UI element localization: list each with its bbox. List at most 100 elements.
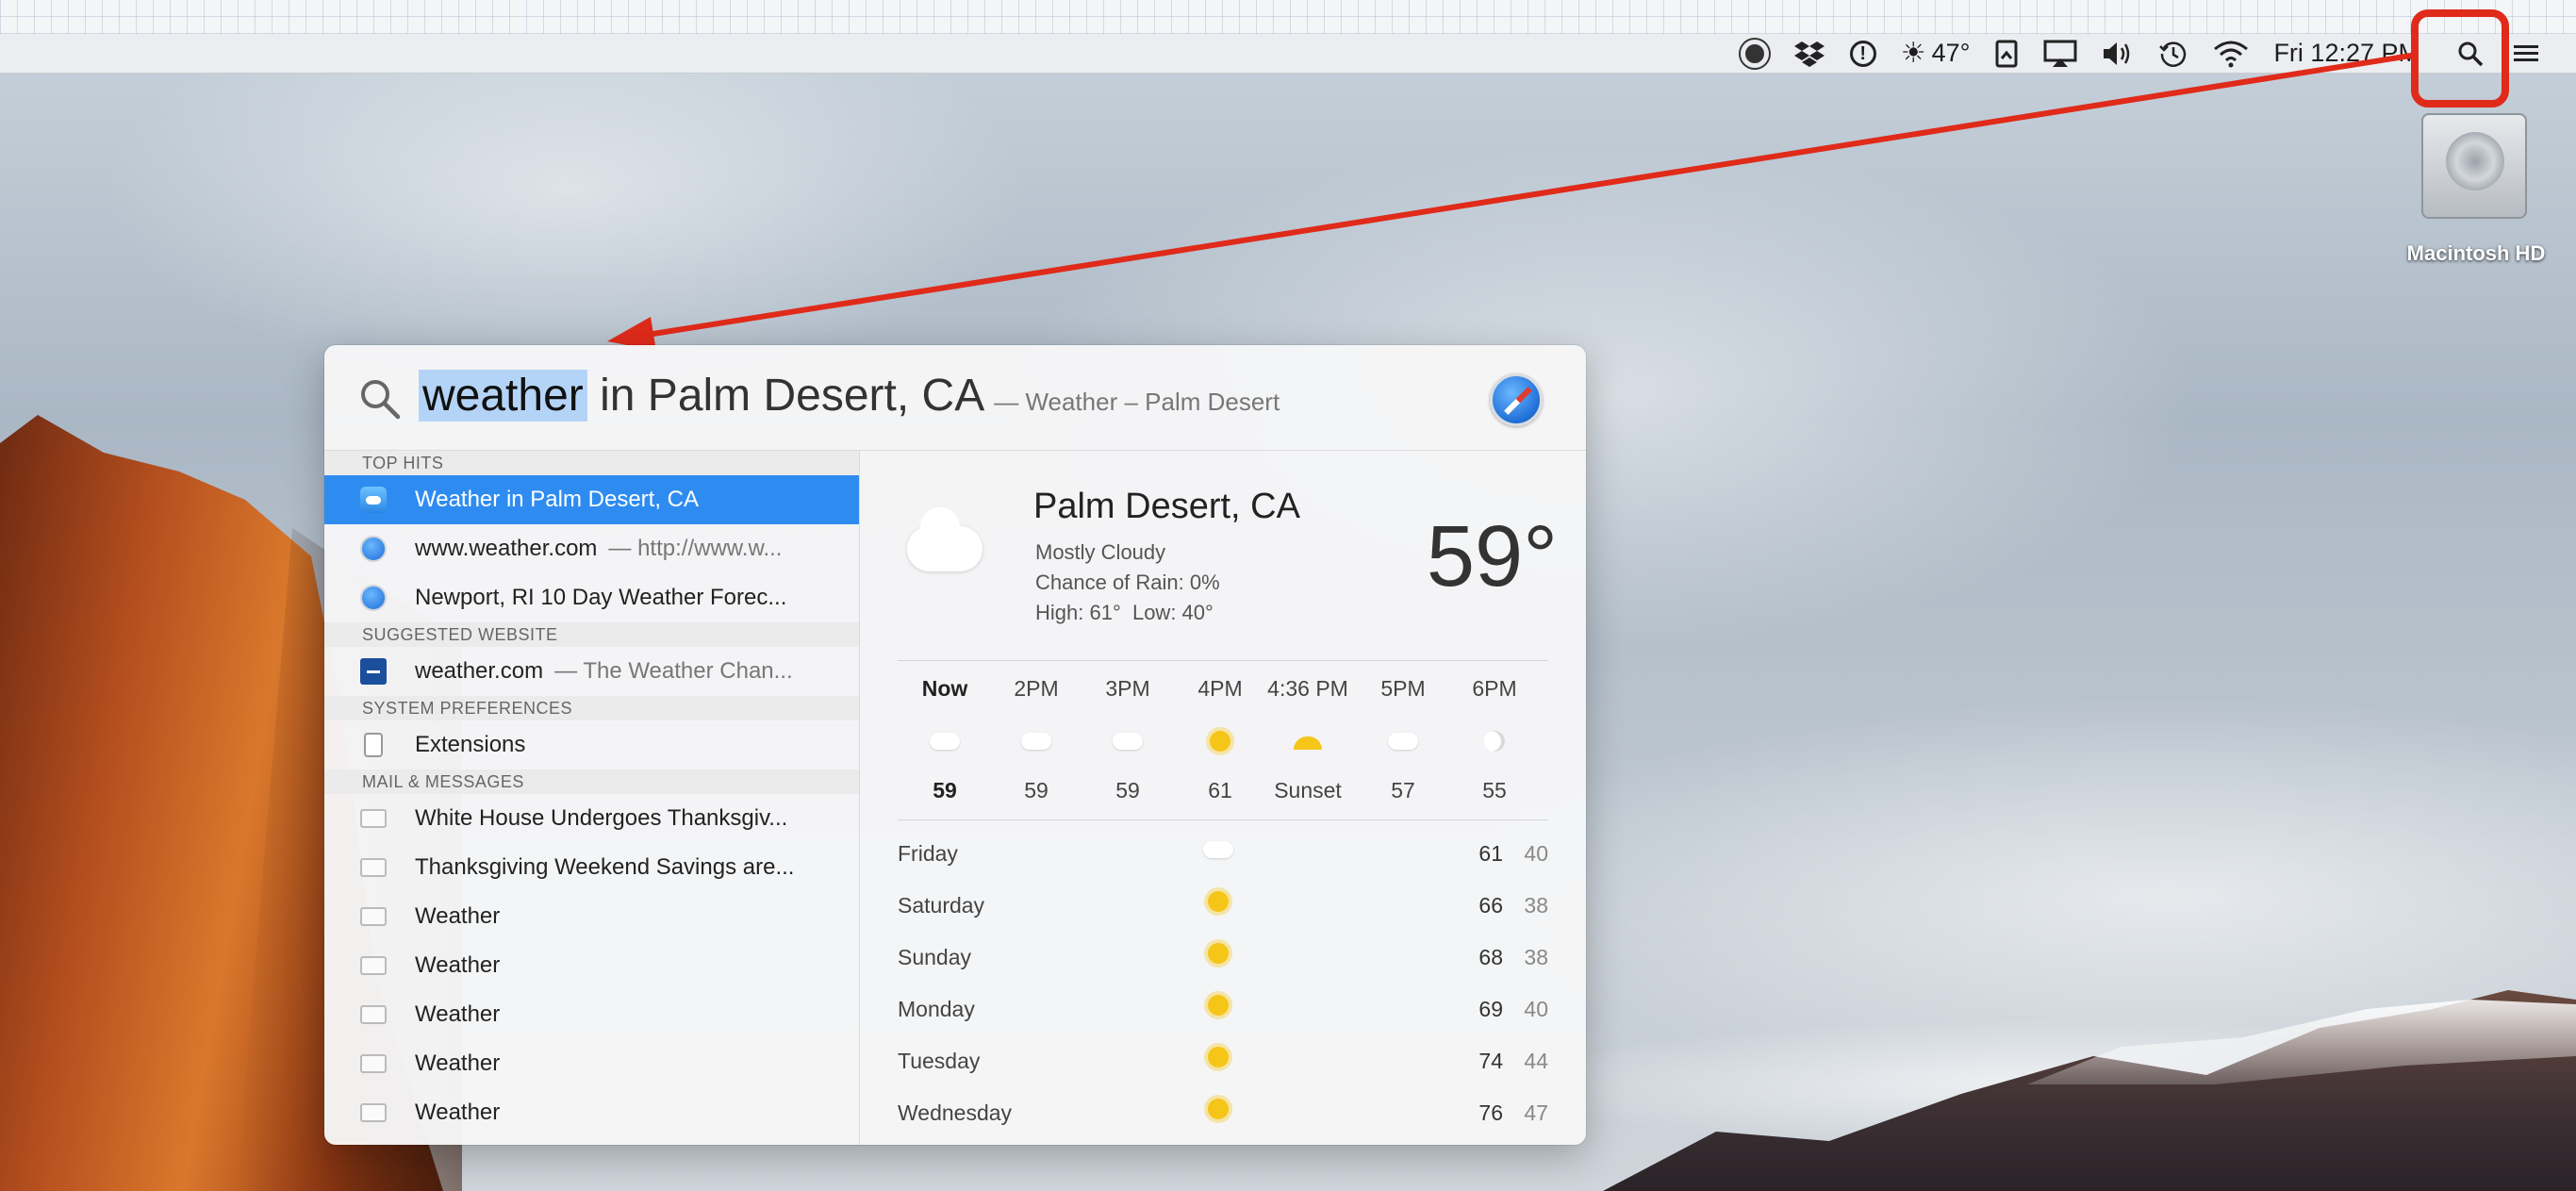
partly-sunny-icon	[1203, 729, 1237, 752]
hard-drive-icon[interactable]	[2421, 113, 2527, 219]
daily-row: Friday 61 40	[898, 826, 1548, 878]
1password-icon[interactable]: !	[1849, 34, 1876, 74]
query-selected-text[interactable]: weather	[419, 370, 587, 422]
result-item[interactable]: Newport, RI 10 Day Weather Forec...	[324, 573, 859, 622]
result-item[interactable]: Weather	[324, 1088, 859, 1137]
cloud-icon	[907, 507, 983, 571]
daily-row: Tuesday 74 44	[898, 1034, 1548, 1085]
cloud-icon	[1019, 729, 1053, 752]
section-header-top-hits: TOP HITS	[324, 451, 859, 475]
cloud-icon	[1111, 729, 1145, 752]
section-header-mail-messages: MAIL & MESSAGES	[324, 769, 859, 794]
menubar-clock[interactable]: Fri 12:27 PM	[2273, 34, 2419, 74]
result-subtitle: — The Weather Chan...	[554, 658, 793, 684]
weather-condition: Mostly Cloudy	[1035, 540, 1166, 564]
sun-icon	[1199, 941, 1237, 969]
section-header-system-preferences: SYSTEM PREFERENCES	[324, 696, 859, 720]
result-item[interactable]: Weather	[324, 892, 859, 941]
moon-icon	[1478, 729, 1511, 752]
day-name: Sunday	[898, 945, 972, 969]
hour-temp: 59	[933, 778, 957, 802]
annotation-highlight-box	[2411, 9, 2509, 108]
sun-icon: ☀	[1900, 38, 1926, 69]
mail-icon	[360, 858, 387, 877]
spotlight-window: weather in Palm Desert, CA — Weather – P…	[324, 345, 1586, 1145]
result-title: White House Undergoes Thanksgiv...	[415, 805, 788, 831]
hour-temp: 55	[1482, 778, 1507, 802]
day-high: 61	[1478, 841, 1503, 866]
hour-label: 6PM	[1472, 676, 1517, 701]
result-title: Weather in Palm Desert, CA	[415, 487, 699, 512]
result-title: Weather	[415, 1100, 501, 1125]
hourly-forecast: Now 59 2PM 59 3PM 59 4PM 61 4:36 PM Suns…	[898, 660, 1548, 820]
result-item[interactable]: Extensions	[324, 720, 859, 769]
daily-row: Saturday 66 38	[898, 878, 1548, 930]
day-low: 38	[1524, 893, 1548, 918]
airplay-icon[interactable]	[2043, 34, 2077, 74]
weather-details: Mostly Cloudy Chance of Rain: 0% High: 6…	[1035, 538, 1220, 628]
search-icon	[361, 380, 401, 420]
weather-high-low: High: 61° Low: 40°	[1035, 601, 1214, 624]
result-item[interactable]: Weather	[324, 990, 859, 1039]
hour-temp: Sunset	[1274, 778, 1342, 802]
sun-icon	[1199, 1097, 1237, 1125]
menu-bar: ! ☀ 47° Fri 12:27 PM	[0, 34, 2576, 74]
weather-app-icon	[360, 487, 387, 513]
safari-icon[interactable]	[1490, 373, 1543, 426]
hour-label: Now	[921, 676, 968, 701]
result-item[interactable]: Weather in Palm Desert, CA	[324, 475, 859, 524]
result-item[interactable]: Thanksgiving Weekend Savings are...	[324, 843, 859, 892]
result-title: Thanksgiving Weekend Savings are...	[415, 854, 795, 880]
day-high: 66	[1478, 893, 1503, 918]
daily-row: Monday 69 40	[898, 982, 1548, 1034]
spotlight-search-bar[interactable]: weather in Palm Desert, CA — Weather – P…	[324, 345, 1586, 451]
weather-menu-item[interactable]: ☀ 47°	[1901, 34, 1971, 74]
cloud-icon	[928, 729, 962, 752]
weather-city: Palm Desert, CA	[1033, 487, 1300, 526]
query-completion-text[interactable]: in Palm Desert, CA	[587, 370, 984, 422]
menubar-weather-temp: 47°	[1931, 39, 1971, 67]
notification-center-icon[interactable]	[2514, 34, 2538, 74]
document-icon[interactable]	[1994, 34, 2019, 74]
result-title: Weather	[415, 903, 501, 929]
result-item[interactable]: White House Undergoes Thanksgiv...	[324, 794, 859, 843]
browser-grid-strip	[0, 0, 2576, 34]
hour-temp: 57	[1391, 778, 1415, 802]
result-item[interactable]: www.weather.com — http://www.w...	[324, 524, 859, 573]
day-low: 38	[1524, 945, 1548, 969]
record-icon[interactable]	[1740, 34, 1769, 74]
weather-current-temp: 59°	[1426, 508, 1558, 604]
mail-icon	[360, 1103, 387, 1122]
mail-icon	[360, 809, 387, 828]
day-name: Tuesday	[898, 1049, 981, 1073]
wifi-icon[interactable]	[2213, 34, 2249, 74]
volume-icon[interactable]	[2102, 34, 2134, 74]
result-item[interactable]: Weather	[324, 1039, 859, 1088]
hour-label: 4:36 PM	[1267, 676, 1348, 701]
daily-row: Wednesday 76 47	[898, 1085, 1548, 1137]
hour-temp: 59	[1024, 778, 1049, 802]
day-high: 74	[1478, 1049, 1503, 1073]
day-high: 69	[1478, 997, 1503, 1021]
hour-label: 5PM	[1380, 676, 1426, 701]
spotlight-query[interactable]: weather in Palm Desert, CA — Weather – P…	[419, 370, 1280, 426]
dropbox-icon[interactable]	[1793, 34, 1825, 74]
result-title: www.weather.com	[415, 536, 598, 561]
day-low: 40	[1524, 841, 1548, 866]
cloud-icon	[1199, 837, 1237, 866]
day-name: Saturday	[898, 893, 985, 918]
result-item[interactable]: weather.com — The Weather Chan...	[324, 647, 859, 696]
daily-forecast: Friday 61 40 Saturday 66 38 Sunday 68 38…	[898, 826, 1548, 1137]
day-low: 44	[1524, 1049, 1548, 1073]
sun-icon	[1199, 1045, 1237, 1073]
section-header-suggested-website: SUGGESTED WEBSITE	[324, 622, 859, 647]
weather-rain-chance: Chance of Rain: 0%	[1035, 571, 1220, 594]
hour-temp: 59	[1115, 778, 1140, 802]
time-machine-icon[interactable]	[2158, 34, 2188, 74]
results-list: TOP HITS Weather in Palm Desert, CA www.…	[324, 451, 860, 1145]
result-item[interactable]: Weather	[324, 941, 859, 990]
hour-label: 2PM	[1014, 676, 1059, 701]
hour-label: 4PM	[1197, 676, 1243, 701]
day-name: Friday	[898, 841, 958, 866]
safari-icon	[360, 536, 387, 562]
